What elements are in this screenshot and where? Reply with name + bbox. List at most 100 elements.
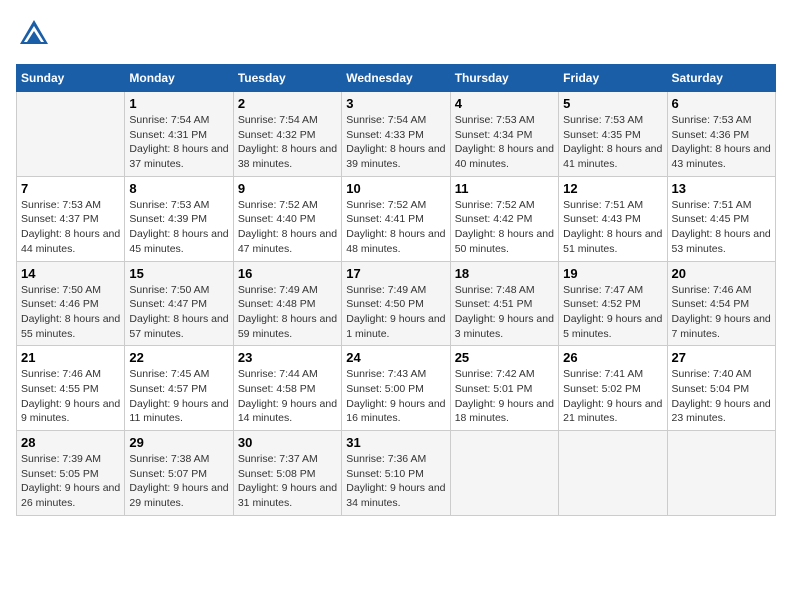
weekday-header-thursday: Thursday — [450, 65, 558, 92]
calendar-cell: 4Sunrise: 7:53 AMSunset: 4:34 PMDaylight… — [450, 92, 558, 177]
weekday-header-saturday: Saturday — [667, 65, 775, 92]
day-info: Sunrise: 7:37 AMSunset: 5:08 PMDaylight:… — [238, 452, 337, 511]
calendar-cell: 30 Sunrise: 7:37 AMSunset: 5:08 PMDayligh… — [233, 431, 341, 516]
calendar-header: SundayMondayTuesdayWednesdayThursdayFrid… — [17, 65, 776, 92]
day-number: 13 — [672, 181, 771, 196]
day-number: 17 — [346, 266, 445, 281]
logo-icon — [16, 16, 52, 52]
calendar-cell: 23 Sunrise: 7:44 AMSunset: 4:58 PMDayligh… — [233, 346, 341, 431]
weekday-header-row: SundayMondayTuesdayWednesdayThursdayFrid… — [17, 65, 776, 92]
calendar-cell — [17, 92, 125, 177]
day-number: 30 — [238, 435, 337, 450]
calendar-cell: 10 Sunrise: 7:52 AMSunset: 4:41 PMDayligh… — [342, 176, 450, 261]
day-info: Sunrise: 7:42 AMSunset: 5:01 PMDaylight:… — [455, 367, 554, 426]
calendar-cell: 29Sunrise: 7:38 AMSunset: 5:07 PMDayligh… — [125, 431, 233, 516]
calendar-cell: 31 Sunrise: 7:36 AMSunset: 5:10 PMDayligh… — [342, 431, 450, 516]
day-number: 7 — [21, 181, 120, 196]
calendar-cell: 27Sunrise: 7:40 AMSunset: 5:04 PMDayligh… — [667, 346, 775, 431]
day-info: Sunrise: 7:47 AMSunset: 4:52 PMDaylight:… — [563, 283, 662, 342]
day-number: 31 — [346, 435, 445, 450]
calendar-cell: 18 Sunrise: 7:48 AMSunset: 4:51 PMDayligh… — [450, 261, 558, 346]
calendar-cell: 2 Sunrise: 7:54 AMSunset: 4:32 PMDaylight… — [233, 92, 341, 177]
calendar-cell: 11 Sunrise: 7:52 AMSunset: 4:42 PMDayligh… — [450, 176, 558, 261]
day-number: 10 — [346, 181, 445, 196]
calendar-cell — [667, 431, 775, 516]
calendar-cell — [450, 431, 558, 516]
day-number: 16 — [238, 266, 337, 281]
day-number: 2 — [238, 96, 337, 111]
day-info: Sunrise: 7:53 AMSunset: 4:36 PMDaylight:… — [672, 113, 771, 172]
day-number: 28 — [21, 435, 120, 450]
calendar-cell: 26Sunrise: 7:41 AMSunset: 5:02 PMDayligh… — [559, 346, 667, 431]
day-number: 19 — [563, 266, 662, 281]
day-number: 1 — [129, 96, 228, 111]
weekday-header-friday: Friday — [559, 65, 667, 92]
day-number: 9 — [238, 181, 337, 196]
weekday-header-monday: Monday — [125, 65, 233, 92]
day-info: Sunrise: 7:49 AMSunset: 4:48 PMDaylight:… — [238, 283, 337, 342]
day-number: 11 — [455, 181, 554, 196]
day-info: Sunrise: 7:48 AMSunset: 4:51 PMDaylight:… — [455, 283, 554, 342]
day-number: 21 — [21, 350, 120, 365]
day-info: Sunrise: 7:50 AMSunset: 4:46 PMDaylight:… — [21, 283, 120, 342]
day-info: Sunrise: 7:46 AMSunset: 4:54 PMDaylight:… — [672, 283, 771, 342]
weekday-header-wednesday: Wednesday — [342, 65, 450, 92]
calendar-cell: 7 Sunrise: 7:53 AMSunset: 4:37 PMDaylight… — [17, 176, 125, 261]
calendar-cell — [559, 431, 667, 516]
calendar-week-1: 1 Sunrise: 7:54 AMSunset: 4:31 PMDaylight… — [17, 92, 776, 177]
page-header — [16, 16, 776, 52]
day-info: Sunrise: 7:45 AMSunset: 4:57 PMDaylight:… — [129, 367, 228, 426]
calendar-week-2: 7 Sunrise: 7:53 AMSunset: 4:37 PMDaylight… — [17, 176, 776, 261]
day-number: 3 — [346, 96, 445, 111]
day-info: Sunrise: 7:54 AMSunset: 4:31 PMDaylight:… — [129, 113, 228, 172]
day-info: Sunrise: 7:43 AMSunset: 5:00 PMDaylight:… — [346, 367, 445, 426]
day-info: Sunrise: 7:44 AMSunset: 4:58 PMDaylight:… — [238, 367, 337, 426]
day-info: Sunrise: 7:51 AMSunset: 4:43 PMDaylight:… — [563, 198, 662, 257]
calendar-cell: 19 Sunrise: 7:47 AMSunset: 4:52 PMDayligh… — [559, 261, 667, 346]
calendar-cell: 22 Sunrise: 7:45 AMSunset: 4:57 PMDayligh… — [125, 346, 233, 431]
weekday-header-tuesday: Tuesday — [233, 65, 341, 92]
day-info: Sunrise: 7:50 AMSunset: 4:47 PMDaylight:… — [129, 283, 228, 342]
day-number: 26 — [563, 350, 662, 365]
day-number: 22 — [129, 350, 228, 365]
day-number: 24 — [346, 350, 445, 365]
day-number: 15 — [129, 266, 228, 281]
day-info: Sunrise: 7:53 AMSunset: 4:35 PMDaylight:… — [563, 113, 662, 172]
day-number: 25 — [455, 350, 554, 365]
calendar-table: SundayMondayTuesdayWednesdayThursdayFrid… — [16, 64, 776, 516]
calendar-cell: 16 Sunrise: 7:49 AMSunset: 4:48 PMDayligh… — [233, 261, 341, 346]
calendar-cell: 8Sunrise: 7:53 AMSunset: 4:39 PMDaylight… — [125, 176, 233, 261]
day-number: 23 — [238, 350, 337, 365]
day-number: 14 — [21, 266, 120, 281]
day-info: Sunrise: 7:52 AMSunset: 4:42 PMDaylight:… — [455, 198, 554, 257]
day-info: Sunrise: 7:54 AMSunset: 4:32 PMDaylight:… — [238, 113, 337, 172]
day-info: Sunrise: 7:36 AMSunset: 5:10 PMDaylight:… — [346, 452, 445, 511]
day-number: 12 — [563, 181, 662, 196]
day-info: Sunrise: 7:38 AMSunset: 5:07 PMDaylight:… — [129, 452, 228, 511]
day-info: Sunrise: 7:51 AMSunset: 4:45 PMDaylight:… — [672, 198, 771, 257]
calendar-cell: 25 Sunrise: 7:42 AMSunset: 5:01 PMDayligh… — [450, 346, 558, 431]
calendar-cell: 28Sunrise: 7:39 AMSunset: 5:05 PMDayligh… — [17, 431, 125, 516]
calendar-week-3: 14 Sunrise: 7:50 AMSunset: 4:46 PMDayligh… — [17, 261, 776, 346]
day-info: Sunrise: 7:52 AMSunset: 4:41 PMDaylight:… — [346, 198, 445, 257]
day-info: Sunrise: 7:53 AMSunset: 4:37 PMDaylight:… — [21, 198, 120, 257]
day-info: Sunrise: 7:53 AMSunset: 4:39 PMDaylight:… — [129, 198, 228, 257]
calendar-cell: 14 Sunrise: 7:50 AMSunset: 4:46 PMDayligh… — [17, 261, 125, 346]
calendar-cell: 6 Sunrise: 7:53 AMSunset: 4:36 PMDaylight… — [667, 92, 775, 177]
calendar-cell: 15 Sunrise: 7:50 AMSunset: 4:47 PMDayligh… — [125, 261, 233, 346]
calendar-week-5: 28Sunrise: 7:39 AMSunset: 5:05 PMDayligh… — [17, 431, 776, 516]
day-info: Sunrise: 7:40 AMSunset: 5:04 PMDaylight:… — [672, 367, 771, 426]
logo — [16, 16, 56, 52]
day-number: 6 — [672, 96, 771, 111]
calendar-cell: 5Sunrise: 7:53 AMSunset: 4:35 PMDaylight… — [559, 92, 667, 177]
calendar-cell: 24 Sunrise: 7:43 AMSunset: 5:00 PMDayligh… — [342, 346, 450, 431]
calendar-cell: 1 Sunrise: 7:54 AMSunset: 4:31 PMDaylight… — [125, 92, 233, 177]
day-number: 18 — [455, 266, 554, 281]
calendar-cell: 17Sunrise: 7:49 AMSunset: 4:50 PMDayligh… — [342, 261, 450, 346]
day-info: Sunrise: 7:46 AMSunset: 4:55 PMDaylight:… — [21, 367, 120, 426]
day-info: Sunrise: 7:54 AMSunset: 4:33 PMDaylight:… — [346, 113, 445, 172]
day-info: Sunrise: 7:53 AMSunset: 4:34 PMDaylight:… — [455, 113, 554, 172]
calendar-cell: 21 Sunrise: 7:46 AMSunset: 4:55 PMDayligh… — [17, 346, 125, 431]
calendar-cell: 3 Sunrise: 7:54 AMSunset: 4:33 PMDaylight… — [342, 92, 450, 177]
weekday-header-sunday: Sunday — [17, 65, 125, 92]
